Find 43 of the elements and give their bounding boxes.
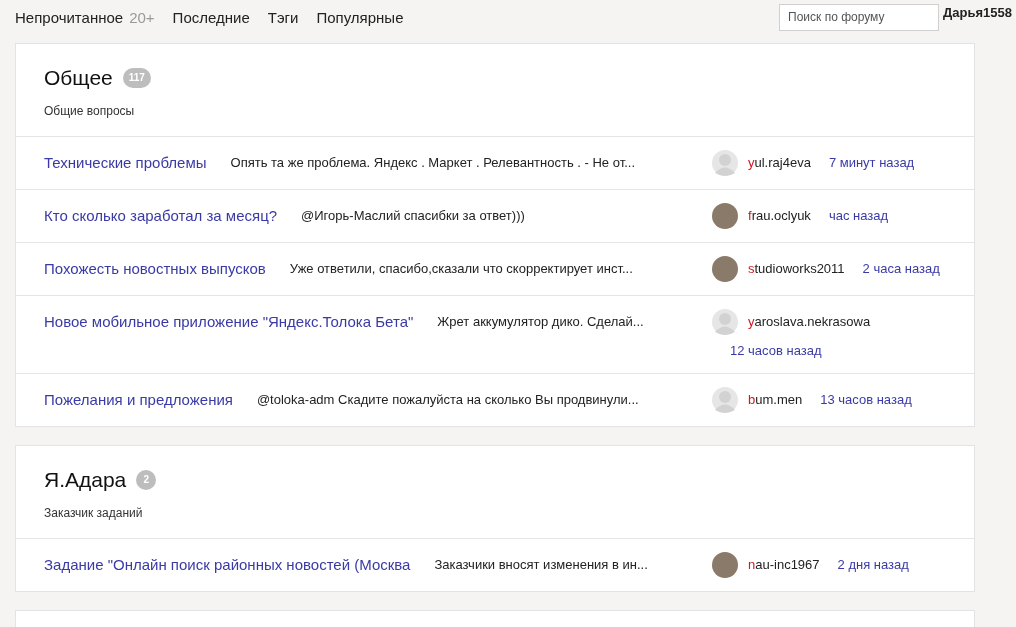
time-link[interactable]: 2 дня назад (837, 554, 909, 575)
author-link[interactable]: bum.men (748, 390, 803, 410)
author-link[interactable]: nau-inc1967 (748, 554, 820, 575)
time-link[interactable]: 13 часов назад (820, 390, 912, 410)
nav-link[interactable]: Непрочитанное 20+ (15, 6, 155, 30)
default-avatar-icon (712, 308, 738, 335)
category-description: Заказчик заданий (44, 504, 144, 522)
topic-link[interactable]: Кто сколько заработал за месяц? (44, 204, 278, 227)
avatar-photo-placeholder (712, 255, 738, 282)
nav-link[interactable]: Популярные (316, 6, 404, 30)
category-title[interactable]: Общее (44, 62, 113, 94)
topic-link[interactable]: Технические проблемы (44, 151, 207, 174)
default-avatar-icon (712, 387, 738, 413)
author-link[interactable]: studioworks2011 (748, 258, 845, 279)
search-field[interactable]: Поиск по форуму (779, 3, 940, 31)
time-link[interactable]: 7 минут назад (828, 152, 915, 173)
default-avatar-icon (712, 149, 738, 176)
username[interactable]: Дарья1558 (943, 3, 1012, 23)
topic-excerpt: Жрет аккумулятор дико. Сделай... (437, 312, 644, 331)
avatar-photo-placeholder (712, 551, 738, 578)
topic-excerpt: Заказчики вносят изменения в ин... (434, 555, 648, 574)
topic-link[interactable]: Новое мобильное приложение "Яндекс.Толока Бета" (44, 310, 414, 333)
author-link[interactable]: yaroslava.nekrasowa (748, 311, 871, 332)
author-link[interactable]: frau.oclyuk (748, 205, 811, 226)
topic-link[interactable]: Пожелания и предложения (44, 389, 233, 412)
time-link[interactable]: 12 часов назад (730, 340, 822, 360)
topic-link[interactable]: Похожесть новостных выпусков (44, 257, 266, 280)
category-title[interactable]: Я.Адара (44, 464, 127, 496)
topic-excerpt: Опять та же проблема. Яндекс . Маркет . Релевантность . - Не от... (230, 153, 635, 172)
time-link[interactable]: час назад (828, 205, 889, 226)
avatar-photo-placeholder (712, 202, 738, 229)
topic-count-badge: 2 (136, 469, 157, 490)
topic-link[interactable]: Задание "Онлайн поиск районных новостей (Москва (44, 553, 411, 576)
topic-excerpt: @Игорь-Маслий спасибки за ответ))) (301, 206, 525, 225)
time-link[interactable]: 2 часа назад (862, 258, 940, 279)
nav-link[interactable]: Тэги (267, 6, 299, 30)
topic-excerpt: @toloka-adm Скадите пожалуйста на сколько Вы продвинули... (256, 391, 639, 409)
unread-count: 20+ (129, 8, 155, 26)
nav-link[interactable]: Последние (172, 6, 250, 30)
author-link[interactable]: yul.raj4eva (748, 152, 811, 173)
topic-excerpt: Уже ответили, спасибо,сказали что скорректирует инст... (289, 259, 633, 278)
topic-count-badge: 117 (122, 67, 151, 88)
category-description: Общие вопросы (44, 102, 136, 120)
